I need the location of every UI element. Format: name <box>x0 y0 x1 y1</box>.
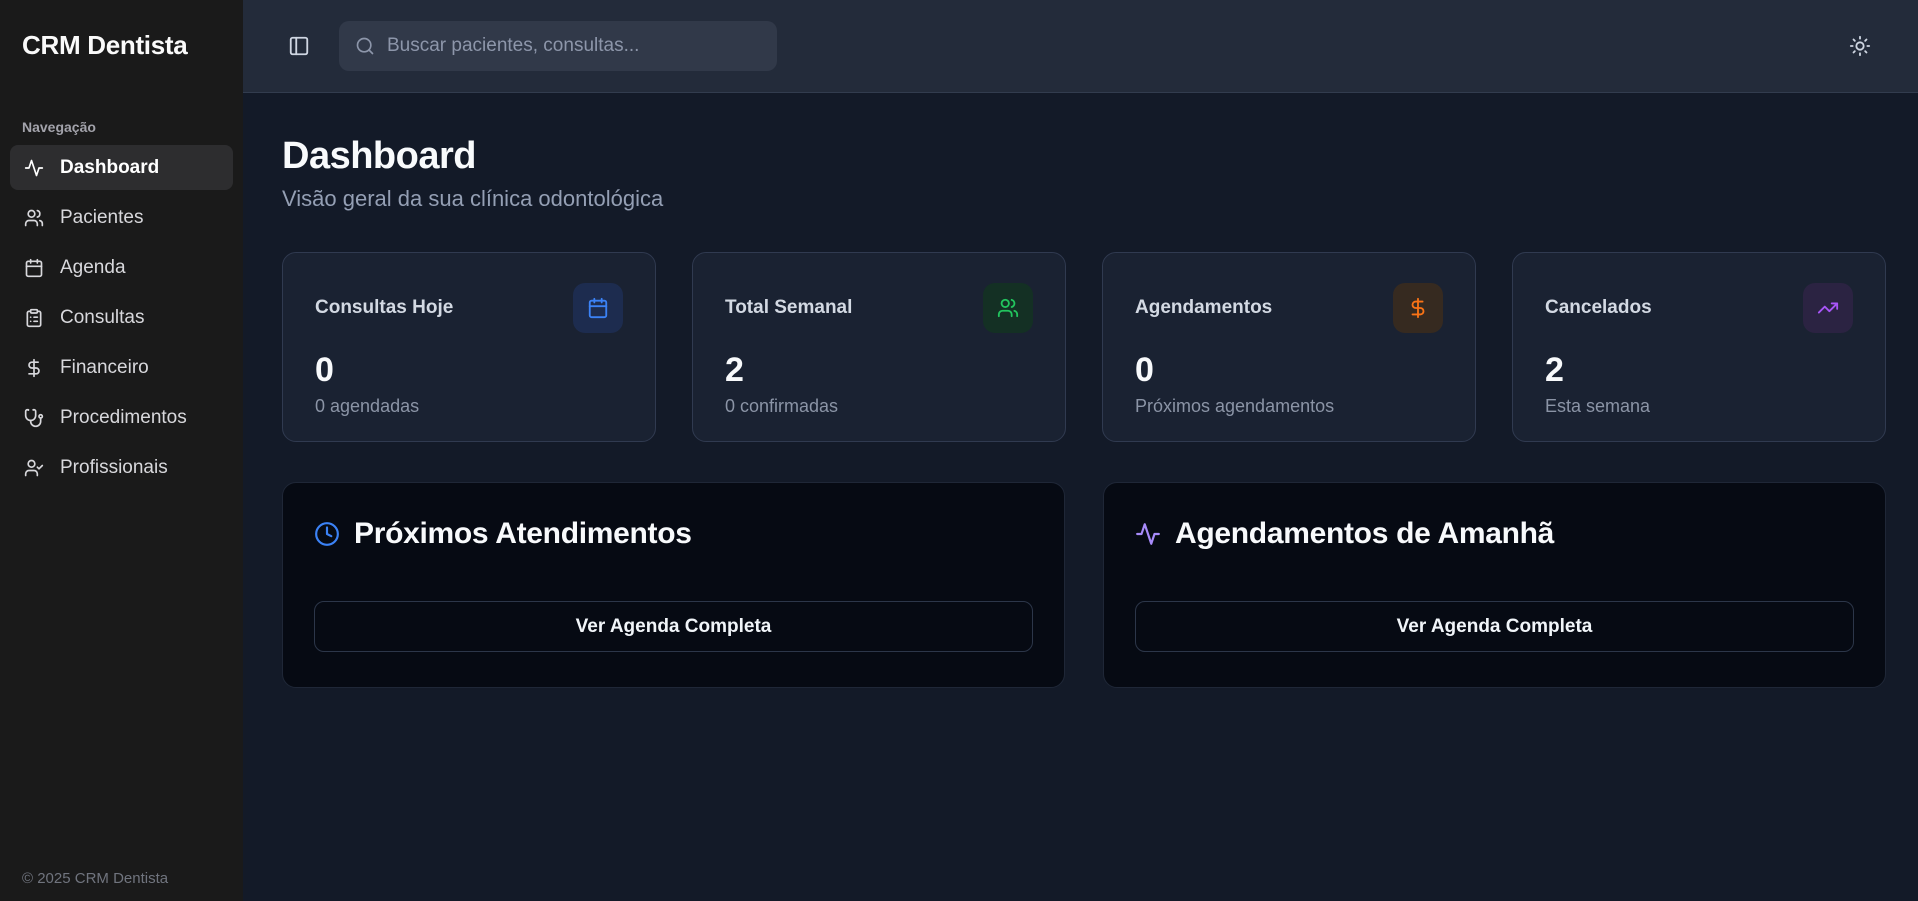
dollar-icon <box>24 358 44 378</box>
sidebar-item-procedimentos[interactable]: Procedimentos <box>10 395 233 440</box>
sidebar-item-label: Pacientes <box>60 207 143 229</box>
stat-value: 0 <box>1135 353 1443 387</box>
stat-subtext: Próximos agendamentos <box>1135 396 1443 417</box>
theme-toggle-button[interactable] <box>1842 28 1878 64</box>
user-check-icon <box>24 458 44 478</box>
sidebar-item-dashboard[interactable]: Dashboard <box>10 145 233 190</box>
search-icon <box>355 36 375 56</box>
stat-value: 2 <box>725 353 1033 387</box>
sidebar: CRM Dentista Navegação Dashboard Pacient… <box>0 0 243 901</box>
sidebar-item-agenda[interactable]: Agenda <box>10 245 233 290</box>
sun-icon <box>1849 35 1871 57</box>
stat-subtext: 0 agendadas <box>315 396 623 417</box>
stethoscope-icon <box>24 408 44 428</box>
stat-subtext: 0 confirmadas <box>725 396 1033 417</box>
copyright-text: © 2025 CRM Dentista <box>22 870 168 887</box>
nav-section-label: Navegação <box>10 119 233 135</box>
sidebar-item-label: Dashboard <box>60 157 159 179</box>
dashboard-content: Dashboard Visão geral da sua clínica odo… <box>243 93 1918 901</box>
stat-label: Consultas Hoje <box>315 297 453 319</box>
trending-up-icon <box>1803 283 1853 333</box>
panel-title: Agendamentos de Amanhã <box>1175 517 1554 551</box>
stat-card-cancelados: Cancelados 2 Esta semana <box>1512 252 1886 442</box>
clock-icon <box>314 521 340 547</box>
stat-value: 0 <box>315 353 623 387</box>
sidebar-item-consultas[interactable]: Consultas <box>10 295 233 340</box>
users-icon <box>983 283 1033 333</box>
stat-label: Agendamentos <box>1135 297 1272 319</box>
stat-label: Total Semanal <box>725 297 852 319</box>
sidebar-item-financeiro[interactable]: Financeiro <box>10 345 233 390</box>
stat-value: 2 <box>1545 353 1853 387</box>
app-logo: CRM Dentista <box>10 0 233 61</box>
activity-icon <box>1135 521 1161 547</box>
sidebar-item-label: Consultas <box>60 307 145 329</box>
search-box <box>339 21 777 71</box>
ver-agenda-completa-button[interactable]: Ver Agenda Completa <box>314 601 1033 652</box>
sidebar-toggle-button[interactable] <box>281 28 317 64</box>
sidebar-item-pacientes[interactable]: Pacientes <box>10 195 233 240</box>
sidebar-nav: Dashboard Pacientes Agenda Consultas Fin <box>10 145 233 490</box>
panels-grid: Próximos Atendimentos Ver Agenda Complet… <box>282 482 1886 688</box>
sidebar-item-label: Agenda <box>60 257 126 279</box>
stat-label: Cancelados <box>1545 297 1652 319</box>
activity-icon <box>24 158 44 178</box>
panel-left-icon <box>288 35 310 57</box>
panel-agendamentos-amanha: Agendamentos de Amanhã Ver Agenda Comple… <box>1103 482 1886 688</box>
panel-title: Próximos Atendimentos <box>354 517 692 551</box>
panel-proximos-atendimentos: Próximos Atendimentos Ver Agenda Complet… <box>282 482 1065 688</box>
page-title: Dashboard <box>282 135 1886 178</box>
stat-card-agendamentos: Agendamentos 0 Próximos agendamentos <box>1102 252 1476 442</box>
calendar-icon <box>24 258 44 278</box>
topbar <box>243 0 1918 93</box>
sidebar-item-profissionais[interactable]: Profissionais <box>10 445 233 490</box>
ver-agenda-completa-button[interactable]: Ver Agenda Completa <box>1135 601 1854 652</box>
sidebar-item-label: Financeiro <box>60 357 149 379</box>
stat-subtext: Esta semana <box>1545 396 1853 417</box>
sidebar-item-label: Profissionais <box>60 457 168 479</box>
dollar-icon <box>1393 283 1443 333</box>
stats-grid: Consultas Hoje 0 0 agendadas Total Seman… <box>282 252 1886 442</box>
main-column: Dashboard Visão geral da sua clínica odo… <box>243 0 1918 901</box>
search-input[interactable] <box>387 35 761 57</box>
stat-card-consultas-hoje: Consultas Hoje 0 0 agendadas <box>282 252 656 442</box>
stat-card-total-semanal: Total Semanal 2 0 confirmadas <box>692 252 1066 442</box>
page-subtitle: Visão geral da sua clínica odontológica <box>282 186 1886 212</box>
clipboard-list-icon <box>24 308 44 328</box>
sidebar-item-label: Procedimentos <box>60 407 187 429</box>
calendar-icon <box>573 283 623 333</box>
users-icon <box>24 208 44 228</box>
